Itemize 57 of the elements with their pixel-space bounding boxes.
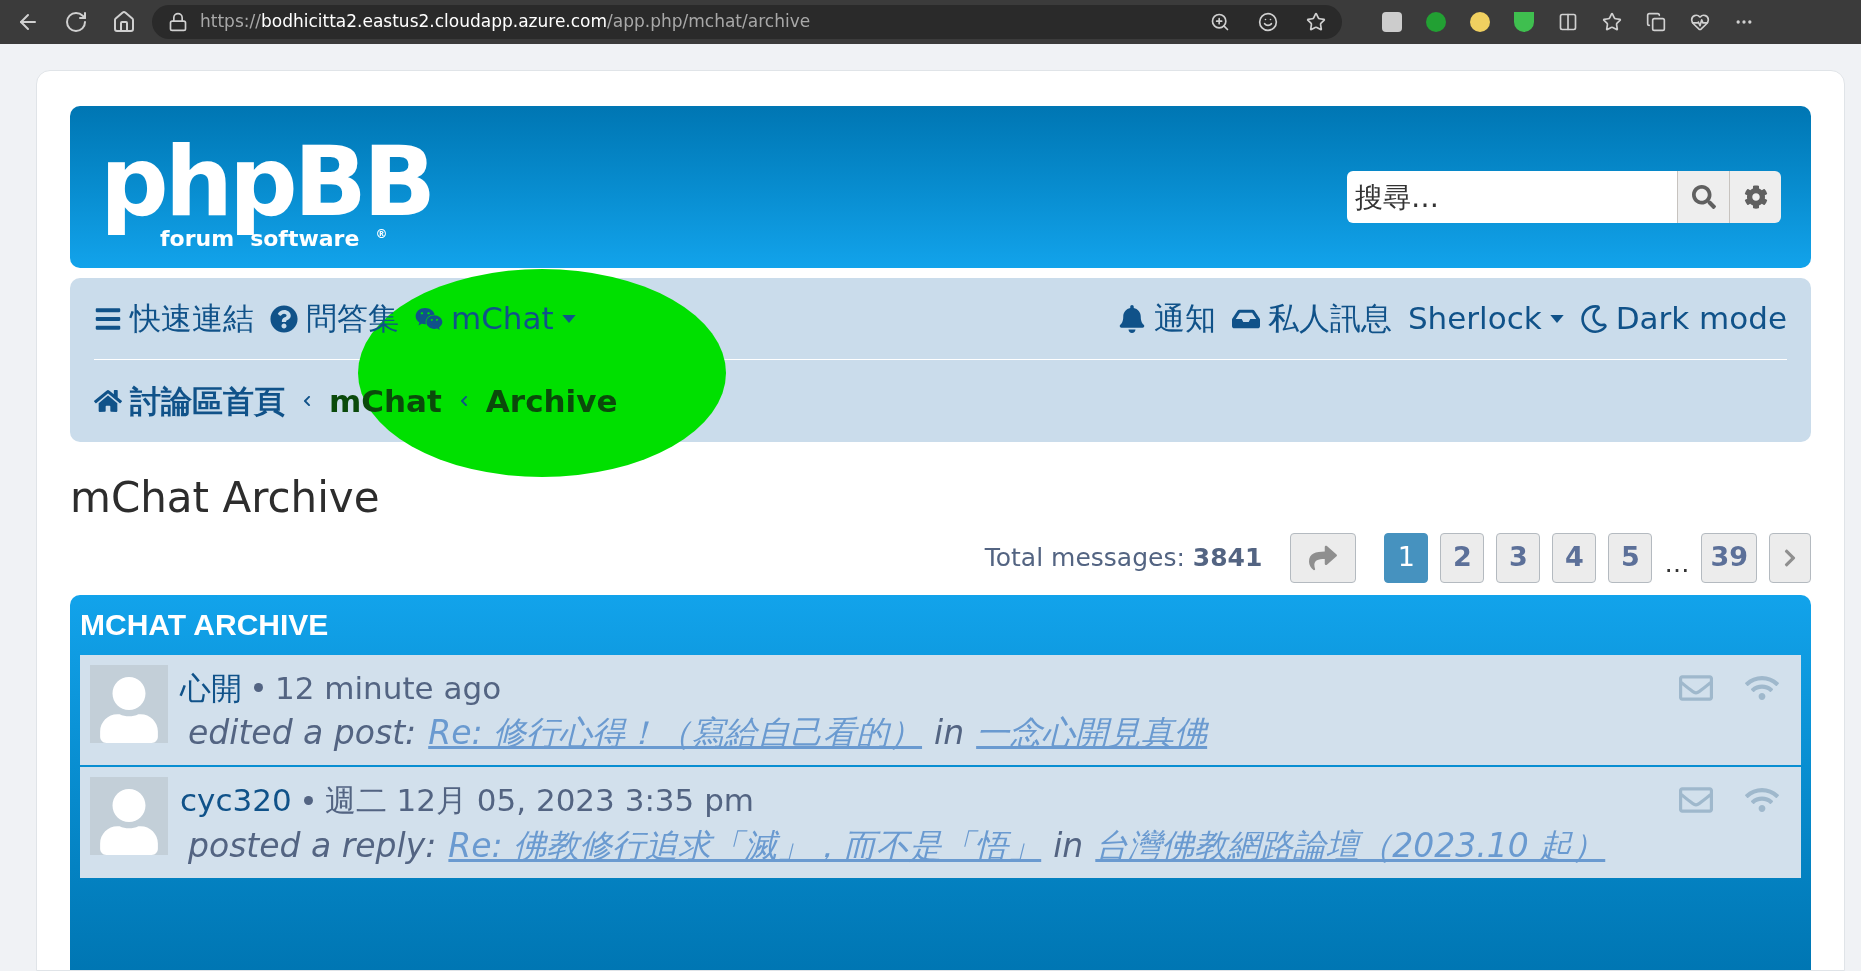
nav-link[interactable]: Dark mode: [1579, 295, 1787, 342]
page-button[interactable]: 3: [1496, 532, 1541, 583]
settings-button[interactable]: [1729, 171, 1781, 223]
nav-link[interactable]: mChat: [415, 295, 576, 342]
favorites-icon[interactable]: [1602, 12, 1622, 32]
bullet-icon: [254, 683, 263, 693]
page-button[interactable]: 2: [1440, 532, 1485, 583]
bullet-icon: [303, 795, 313, 805]
action-text: posted a reply:: [188, 824, 437, 867]
page-button[interactable]: 4: [1552, 532, 1597, 583]
in-text: in: [1053, 824, 1084, 867]
breadcrumb-link[interactable]: Archive: [485, 377, 618, 425]
reload-icon[interactable]: [64, 10, 88, 34]
health-icon[interactable]: [1690, 12, 1710, 32]
page-title: mChat Archive: [70, 472, 381, 524]
home-icon[interactable]: [112, 10, 136, 34]
in-text: in: [934, 712, 965, 754]
phpbb-logo: phpBB forum software ®: [100, 132, 433, 250]
curved-arrow-icon: [1309, 543, 1338, 572]
home-icon: [94, 387, 122, 415]
timestamp: 週二 12月 05, 2023 3:35 pm: [324, 781, 754, 820]
search-icon: [1691, 185, 1716, 209]
ellipsis: …: [1664, 548, 1690, 580]
moon-icon: [1579, 304, 1608, 333]
page-button[interactable]: 39: [1701, 532, 1757, 583]
next-page-button[interactable]: [1769, 532, 1811, 583]
star-icon[interactable]: [1306, 12, 1326, 32]
timestamp: 12 minute ago: [275, 668, 502, 708]
extension-icon[interactable]: [1470, 12, 1490, 32]
nav-link[interactable]: 通知: [1117, 295, 1216, 342]
question-icon: [270, 304, 298, 333]
page-button[interactable]: 5: [1608, 532, 1653, 583]
search-button[interactable]: [1677, 171, 1729, 223]
username-link[interactable]: cyc320: [180, 777, 292, 824]
shield-icon[interactable]: [1514, 12, 1534, 32]
bell-icon: [1117, 304, 1146, 333]
address-bar[interactable]: https://bodhicitta2.eastus2.cloudapp.azure.com/app.php/mchat/archive: [152, 5, 1342, 39]
settings-icon: [1743, 185, 1768, 209]
separator-icon: [301, 395, 313, 407]
url-text: https://bodhicitta2.eastus2.cloudapp.azure.com/app.php/mchat/archive: [200, 10, 811, 34]
collections-icon[interactable]: [1646, 12, 1666, 32]
breadcrumb-link[interactable]: 討論區首頁: [94, 377, 285, 425]
total-messages: Total messages: 3841: [984, 541, 1263, 574]
jump-button[interactable]: [1290, 532, 1357, 583]
nav-link[interactable]: Sherlock: [1407, 295, 1564, 342]
action-text: edited a post:: [188, 712, 417, 754]
nav-link[interactable]: 私人訊息: [1231, 295, 1392, 342]
split-screen-icon[interactable]: [1558, 12, 1578, 32]
zoom-icon[interactable]: [1210, 12, 1230, 32]
lock-icon: [168, 12, 188, 32]
search-field[interactable]: 搜尋…: [1347, 171, 1677, 223]
archive-heading: MCHAT ARCHIVE: [80, 607, 330, 643]
extension-icon[interactable]: [1382, 12, 1402, 32]
username-link[interactable]: 心開: [180, 664, 242, 711]
nav-link[interactable]: 快速連結: [94, 295, 254, 342]
extension-icon[interactable]: [1426, 12, 1446, 32]
page-button[interactable]: 1: [1384, 532, 1429, 583]
